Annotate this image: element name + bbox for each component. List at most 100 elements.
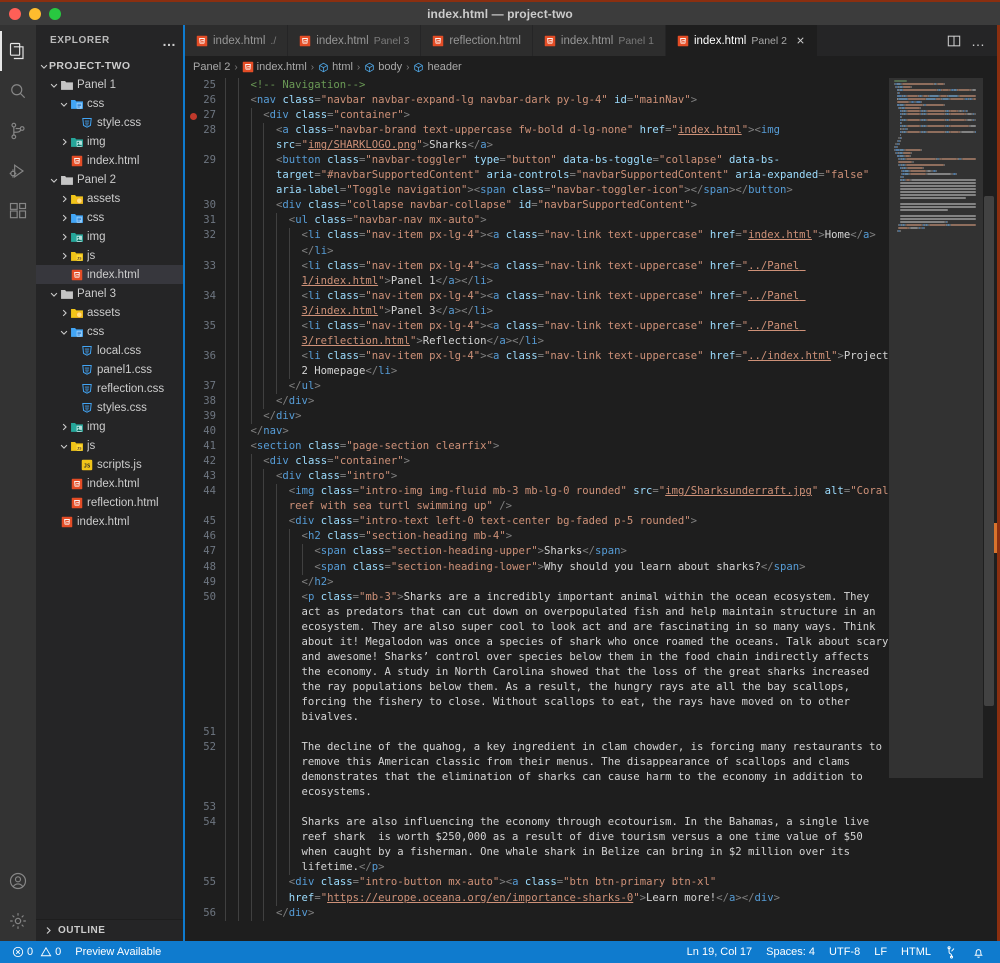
line-number[interactable]: 29 xyxy=(185,153,225,168)
editor-tab-2[interactable]: index.html Panel 3 xyxy=(288,25,422,56)
token-link[interactable]: img/SHARKLOGO.png xyxy=(308,139,416,151)
code-line[interactable]: 28 <a class="navbar-brand text-uppercase … xyxy=(185,123,889,154)
line-number[interactable]: 41 xyxy=(185,439,225,454)
line-number[interactable]: 25 xyxy=(185,78,225,93)
code-line[interactable]: 46 <h2 class="section-heading mb-4"> xyxy=(185,529,889,545)
editor-tab-1[interactable]: index.html ./ xyxy=(185,25,289,56)
code-line[interactable]: 48 <span class="section-heading-lower">Wh… xyxy=(185,559,889,575)
breadcrumb-item-panel-2[interactable]: Panel 2 xyxy=(193,61,230,73)
outline-section-header[interactable]: OUTLINE xyxy=(36,919,183,941)
minimap[interactable] xyxy=(889,78,997,941)
code-line[interactable]: 56 </div> xyxy=(185,905,889,921)
line-number[interactable]: 34 xyxy=(185,289,225,304)
tree-item-img[interactable]: img xyxy=(36,417,183,436)
line-number[interactable]: 42 xyxy=(185,454,225,469)
editor-scrollbar[interactable] xyxy=(984,196,994,706)
chevron-right-icon[interactable] xyxy=(58,194,69,204)
token-link[interactable]: https://europe.oceana.org/en/importance-… xyxy=(327,892,633,904)
line-number[interactable]: 51 xyxy=(185,725,225,740)
code-line[interactable]: 53 xyxy=(185,800,889,816)
line-number[interactable]: 35 xyxy=(185,319,225,334)
line-number[interactable]: 50 xyxy=(185,590,225,605)
line-number[interactable]: 30 xyxy=(185,198,225,213)
code-line[interactable]: 54 Sharks are also influencing the econom… xyxy=(185,815,889,876)
code-line[interactable]: 44 <img class="intro-img img-fluid mb-3 m… xyxy=(185,484,889,515)
line-number[interactable]: 47 xyxy=(185,544,225,559)
status-problems[interactable]: 0 0 xyxy=(8,946,68,958)
chevron-right-icon[interactable] xyxy=(58,232,69,242)
token-link[interactable]: img/Sharksunderraft.jpg xyxy=(665,485,812,497)
token-link[interactable]: ../index.html xyxy=(748,350,831,362)
status-indentation[interactable]: Spaces: 4 xyxy=(759,946,822,958)
code-line[interactable]: 38 </div> xyxy=(185,393,889,410)
split-editor-icon[interactable] xyxy=(947,34,961,48)
line-number[interactable]: 27 xyxy=(185,108,225,123)
tree-item-index-html[interactable]: index.html xyxy=(36,265,183,284)
activity-item-run-and-debug[interactable] xyxy=(0,151,36,191)
minimize-window-button[interactable] xyxy=(29,7,41,20)
chevron-right-icon[interactable] xyxy=(58,308,69,318)
line-number[interactable]: 26 xyxy=(185,93,225,108)
code-line[interactable]: 49 </h2> xyxy=(185,574,889,590)
status-language-mode[interactable]: HTML xyxy=(894,946,938,958)
tree-item-index-html[interactable]: index.html xyxy=(36,151,183,170)
tree-item-reflection-html[interactable]: reflection.html xyxy=(36,493,183,512)
line-number[interactable]: 53 xyxy=(185,800,225,815)
code-line[interactable]: 39 </div> xyxy=(185,409,889,425)
tree-item-js[interactable]: JS js xyxy=(36,436,183,455)
tree-item-styles-css[interactable]: styles.css xyxy=(36,398,183,417)
breakpoint-icon[interactable] xyxy=(190,112,197,120)
line-number[interactable]: 37 xyxy=(185,379,225,394)
code-line[interactable]: 32 <li class="nav-item px-lg-4"><a class=… xyxy=(185,228,889,259)
minimap-slider[interactable] xyxy=(889,78,983,778)
breadcrumb-item-html[interactable]: html xyxy=(318,61,353,73)
file-tree[interactable]: PROJECT-TWO Panel 1 css style.css img index.h… xyxy=(36,56,183,919)
tree-item-panel-1[interactable]: Panel 1 xyxy=(36,75,183,94)
line-number[interactable]: 49 xyxy=(185,575,225,590)
token-link[interactable]: index.html xyxy=(748,229,812,241)
tree-item-style-css[interactable]: style.css xyxy=(36,113,183,132)
line-number[interactable]: 54 xyxy=(185,815,225,830)
activity-item-extensions[interactable] xyxy=(0,191,36,231)
breadcrumb-item-body[interactable]: body xyxy=(364,61,402,73)
line-number[interactable]: 52 xyxy=(185,740,225,755)
tree-item-panel1-css[interactable]: panel1.css xyxy=(36,360,183,379)
code-line[interactable]: 43 <div class="intro"> xyxy=(185,469,889,485)
line-number[interactable]: 48 xyxy=(185,560,225,575)
line-number[interactable]: 39 xyxy=(185,409,225,424)
code-line[interactable]: 37 </ul> xyxy=(185,378,889,394)
tree-item-assets[interactable]: assets xyxy=(36,303,183,322)
window-traffic-lights[interactable] xyxy=(9,7,61,20)
status-remote-icon[interactable] xyxy=(938,945,965,959)
line-number[interactable]: 45 xyxy=(185,514,225,529)
code-lines[interactable]: 25 <!-- Navigation--> 26 <nav class="navbar… xyxy=(185,78,889,941)
chevron-down-icon[interactable] xyxy=(48,289,59,299)
activity-item-source-control[interactable] xyxy=(0,111,36,151)
line-number[interactable]: 55 xyxy=(185,875,225,890)
maximize-window-button[interactable] xyxy=(49,7,61,20)
close-window-button[interactable] xyxy=(9,7,21,20)
editor-tab-4[interactable]: index.html Panel 1 xyxy=(532,25,666,56)
activity-item-settings[interactable] xyxy=(0,901,36,941)
code-line[interactable]: 40 </nav> xyxy=(185,424,889,440)
code-line[interactable]: 52 The decline of the quahog, a key ingre… xyxy=(185,740,889,801)
sidebar-more-actions-icon[interactable]: … xyxy=(162,34,177,48)
more-actions-icon[interactable]: … xyxy=(971,34,986,48)
status-notifications-bell-icon[interactable] xyxy=(965,946,992,959)
line-number[interactable]: 28 xyxy=(185,123,225,138)
line-number[interactable]: 44 xyxy=(185,484,225,499)
breadcrumb-item-index-html[interactable]: index.html xyxy=(242,61,307,73)
code-line[interactable]: 50 <p class="mb-3">Sharks are a incredibl… xyxy=(185,589,889,726)
chevron-right-icon[interactable] xyxy=(58,137,69,147)
breadcrumb-item-header[interactable]: header xyxy=(413,61,462,73)
activity-item-accounts[interactable] xyxy=(0,861,36,901)
tree-item-index-html[interactable]: index.html xyxy=(36,512,183,531)
editor-tab-5[interactable]: index.html Panel 2 xyxy=(665,25,818,56)
status-encoding[interactable]: UTF-8 xyxy=(822,946,867,958)
close-icon[interactable] xyxy=(795,35,806,46)
tree-item-local-css[interactable]: local.css xyxy=(36,341,183,360)
tree-item-css[interactable]: css xyxy=(36,208,183,227)
token-link[interactable]: index.html xyxy=(678,124,742,136)
status-eol[interactable]: LF xyxy=(867,946,894,958)
code-line[interactable]: 36 <li class="nav-item px-lg-4"><a class=… xyxy=(185,348,889,379)
